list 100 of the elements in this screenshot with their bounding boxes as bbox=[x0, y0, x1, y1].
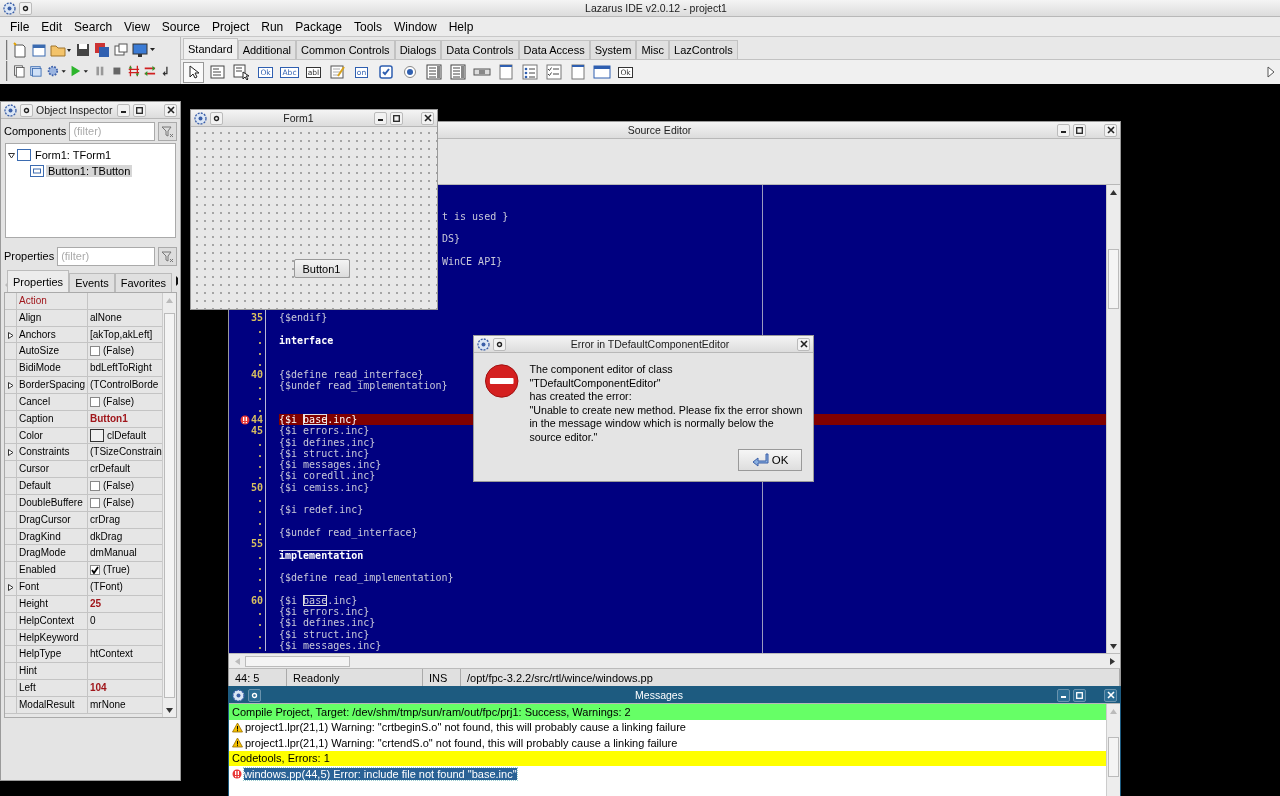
checkbox[interactable] bbox=[90, 497, 100, 508]
minimize-button[interactable] bbox=[117, 103, 130, 117]
pin-button[interactable] bbox=[493, 337, 506, 351]
message-text[interactable]: project1.lpr(21,1) Warning: "crtendS.o" not found, this will probably cause a linking failure bbox=[245, 736, 678, 749]
menu-item[interactable]: Project bbox=[205, 19, 256, 34]
message-text[interactable]: project1.lpr(21,1) Warning: "crtbeginS.o" not found, this will probably cause a linking failure bbox=[245, 721, 686, 734]
expand-toggle[interactable] bbox=[7, 379, 14, 392]
menu-item[interactable]: Window bbox=[388, 19, 443, 34]
property-name: HelpType bbox=[16, 646, 88, 663]
menu-item[interactable]: Help bbox=[442, 19, 480, 34]
palette-tab[interactable]: Common Controls bbox=[296, 40, 395, 59]
palette-list-item[interactable] bbox=[423, 61, 444, 83]
warning-icon bbox=[232, 721, 243, 733]
palette-tab[interactable]: LazControls bbox=[669, 40, 738, 59]
close-button[interactable] bbox=[797, 337, 810, 351]
pin-button[interactable] bbox=[248, 688, 261, 702]
palette-tab[interactable]: System bbox=[589, 40, 637, 59]
palette-pointer-item[interactable] bbox=[183, 61, 204, 83]
property-value: mrNone bbox=[90, 697, 126, 712]
monitor-icon[interactable] bbox=[132, 41, 156, 58]
palette-tab[interactable]: Misc bbox=[636, 40, 669, 59]
save-icon[interactable] bbox=[75, 41, 91, 58]
menu-item[interactable]: View bbox=[118, 19, 156, 34]
checkbox[interactable] bbox=[90, 481, 100, 492]
pin-button[interactable] bbox=[20, 103, 33, 117]
palette-tab[interactable]: Additional bbox=[237, 40, 296, 59]
scrollbar[interactable] bbox=[229, 653, 1120, 668]
menu-item[interactable]: Search bbox=[68, 19, 119, 34]
menu-item[interactable]: Run bbox=[255, 19, 290, 34]
property-value: (False) bbox=[103, 344, 135, 359]
new-unit-icon[interactable] bbox=[12, 41, 28, 58]
ok-button[interactable]: OK bbox=[738, 449, 802, 471]
palette-popup-item[interactable] bbox=[231, 61, 252, 83]
property-value: Button1 bbox=[90, 411, 128, 426]
code-line: WinCE API} bbox=[442, 255, 503, 268]
scrollbar[interactable] bbox=[1106, 185, 1120, 653]
minimize-button[interactable] bbox=[1057, 123, 1070, 137]
scroll-thumb[interactable] bbox=[1108, 736, 1119, 777]
palette-tab[interactable]: Data Controls bbox=[441, 40, 519, 59]
palette-lines-item[interactable] bbox=[519, 61, 540, 83]
clear-filter-button[interactable] bbox=[158, 246, 177, 266]
property-value: alNone bbox=[90, 310, 122, 325]
filter-field[interactable]: (filter) bbox=[69, 121, 155, 141]
checkbox[interactable] bbox=[90, 396, 100, 407]
scroll-right-icon[interactable] bbox=[174, 274, 178, 288]
line-number: . bbox=[256, 639, 263, 652]
maximize-button[interactable] bbox=[1073, 688, 1086, 702]
minimize-button[interactable] bbox=[1057, 688, 1070, 702]
palette-checks-item[interactable] bbox=[543, 61, 564, 83]
code-line: {$i messages.inc} bbox=[279, 459, 382, 471]
pointer-icon bbox=[187, 65, 200, 79]
message-text[interactable]: Codetools, Errors: 1 bbox=[232, 752, 330, 765]
maximize-button[interactable] bbox=[133, 103, 146, 117]
close-button[interactable] bbox=[421, 111, 434, 125]
close-button[interactable] bbox=[164, 103, 177, 117]
scrollbar[interactable] bbox=[1106, 704, 1120, 796]
checkbox[interactable] bbox=[90, 565, 100, 576]
menu-item[interactable]: Package bbox=[289, 19, 348, 34]
form-button[interactable]: Button1 bbox=[293, 259, 350, 278]
scroll-right-icon[interactable] bbox=[1266, 66, 1276, 78]
tree-item[interactable]: Button1: TButton bbox=[46, 165, 133, 177]
form-component-icon bbox=[17, 149, 31, 161]
scrollbar[interactable] bbox=[162, 293, 176, 717]
new-file-icon[interactable] bbox=[12, 63, 26, 80]
line-number: . bbox=[256, 346, 263, 358]
clear-filter-button[interactable] bbox=[158, 121, 177, 141]
palette-tab[interactable]: Standard bbox=[183, 38, 238, 59]
scroll-thumb[interactable] bbox=[164, 312, 175, 698]
minimize-button[interactable] bbox=[374, 111, 387, 125]
filter-field[interactable]: (filter) bbox=[57, 246, 155, 266]
checkbox[interactable] bbox=[90, 346, 100, 357]
close-button[interactable] bbox=[1104, 123, 1117, 137]
palette-list-item[interactable] bbox=[447, 61, 468, 83]
window-icon[interactable] bbox=[28, 63, 43, 80]
menu-item[interactable]: File bbox=[4, 19, 36, 34]
save-all-icon[interactable] bbox=[94, 41, 110, 58]
close-button[interactable] bbox=[1104, 688, 1117, 702]
scroll-thumb[interactable] bbox=[245, 655, 350, 667]
tree-item[interactable]: Form1: TForm1 bbox=[33, 149, 114, 161]
expand-toggle[interactable] bbox=[7, 446, 14, 459]
message-text[interactable]: windows.pp(44,5) Error: include file not found "base.inc" bbox=[244, 767, 517, 780]
maximize-button[interactable] bbox=[390, 111, 403, 125]
menu-item[interactable]: Edit bbox=[35, 19, 69, 34]
toggle-form-icon[interactable] bbox=[113, 41, 129, 58]
maximize-button[interactable] bbox=[1073, 123, 1086, 137]
pin-button[interactable] bbox=[210, 111, 223, 125]
pin-button[interactable] bbox=[19, 1, 32, 15]
line-number: 44 bbox=[250, 413, 263, 426]
palette-tab[interactable]: Data Access bbox=[518, 40, 590, 59]
menu-item[interactable]: Tools bbox=[347, 19, 388, 34]
property-name: Action bbox=[16, 293, 88, 309]
inspector-tab[interactable]: Properties bbox=[7, 270, 70, 292]
new-form-icon[interactable] bbox=[31, 41, 47, 58]
scroll-thumb[interactable] bbox=[1108, 249, 1119, 309]
menu-item[interactable]: Source bbox=[155, 19, 206, 34]
inspector-tab[interactable]: Favorites bbox=[114, 273, 172, 292]
expand-toggle[interactable] bbox=[7, 581, 14, 594]
palette-tab[interactable]: Dialogs bbox=[394, 40, 442, 59]
inspector-tab[interactable]: Events bbox=[69, 273, 115, 292]
code-line: {$i messages.inc} bbox=[279, 639, 382, 652]
